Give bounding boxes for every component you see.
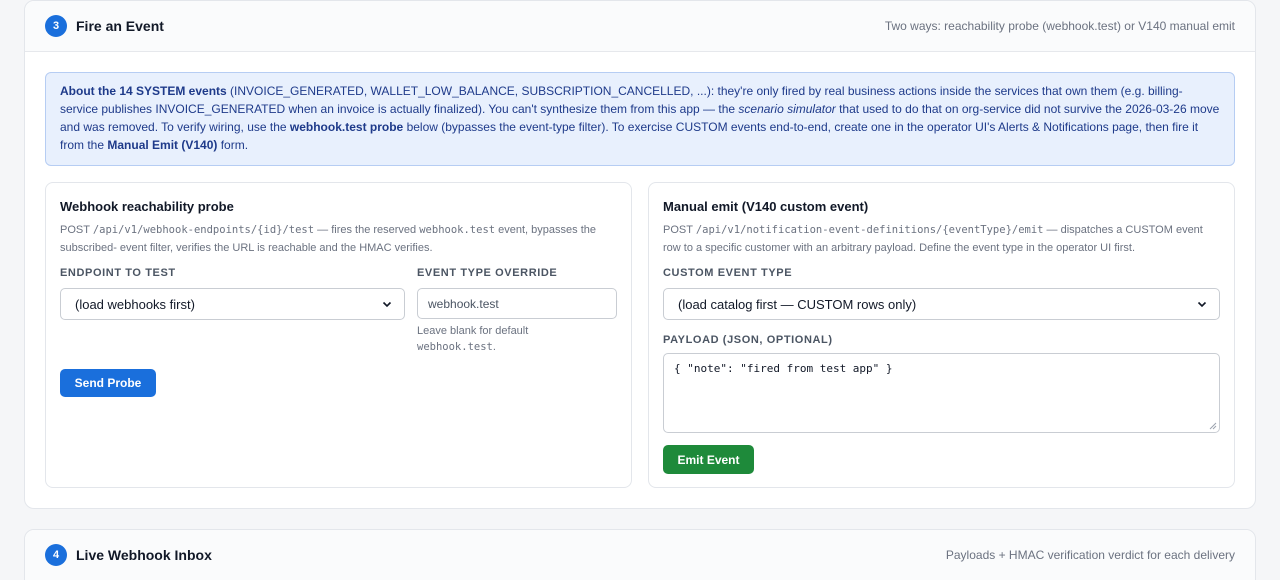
section-hint: Two ways: reachability probe (webhook.te… — [884, 19, 1235, 33]
live-webhook-inbox-card: 4 Live Webhook Inbox Payloads + HMAC ver… — [24, 529, 1256, 580]
send-probe-button[interactable]: Send Probe — [60, 369, 156, 397]
webhook-probe-panel: Webhook reachability probe POST /api/v1/… — [45, 182, 632, 488]
section-title: Live Webhook Inbox — [76, 547, 212, 563]
override-help-end: . — [492, 341, 496, 353]
event-type-override-input[interactable]: webhook.test — [417, 288, 617, 319]
override-help-code: webhook.test — [417, 341, 493, 353]
override-placeholder: webhook.test — [428, 296, 499, 311]
probe-description: POST /api/v1/webhook-endpoints/{id}/test… — [60, 221, 617, 257]
live-inbox-header: 4 Live Webhook Inbox Payloads + HMAC ver… — [25, 530, 1255, 580]
chevron-down-icon — [1197, 301, 1207, 308]
info-em: scenario simulator — [738, 102, 836, 116]
probe-desc-path: /api/v1/webhook-endpoints/{id}/test — [92, 224, 315, 236]
custom-event-type-label: Custom event type — [663, 267, 793, 279]
override-help-text: Leave blank for default — [417, 325, 529, 337]
endpoint-select[interactable]: (load webhooks first) — [60, 288, 405, 320]
system-events-info: About the 14 SYSTEM events (INVOICE_GENE… — [45, 72, 1235, 166]
probe-desc-mid: — fires the reserved — [314, 224, 420, 236]
section-hint: Payloads + HMAC verification verdict for… — [945, 548, 1235, 562]
chevron-down-icon — [382, 301, 392, 308]
info-bold-1: About the 14 SYSTEM events — [60, 84, 227, 98]
info-text-4: form. — [217, 138, 249, 152]
info-bold-2: webhook.test probe — [289, 120, 404, 134]
custom-event-type-value: (load catalog first — CUSTOM rows only) — [678, 296, 917, 312]
payload-textarea[interactable]: { "note": "fired from test app" } — [663, 353, 1220, 433]
section-title: Fire an Event — [76, 18, 164, 34]
custom-event-type-select[interactable]: (load catalog first — CUSTOM rows only) — [663, 288, 1220, 320]
probe-desc-event: webhook.test — [419, 224, 496, 236]
probe-title: Webhook reachability probe — [60, 199, 234, 214]
override-label: Event type override — [417, 267, 558, 279]
emit-title: Manual emit (V140 custom event) — [663, 199, 869, 214]
manual-emit-panel: Manual emit (V140 custom event) POST /ap… — [648, 182, 1235, 488]
fire-event-card: 3 Fire an Event Two ways: reachability p… — [24, 0, 1256, 509]
emit-description: POST /api/v1/notification-event-definiti… — [663, 221, 1220, 257]
payload-label: Payload (JSON, optional) — [663, 334, 833, 346]
info-bold-3: Manual Emit (V140) — [107, 138, 218, 152]
endpoint-select-value: (load webhooks first) — [75, 296, 195, 312]
fire-event-header: 3 Fire an Event Two ways: reachability p… — [25, 1, 1255, 52]
emit-desc-path: /api/v1/notification-event-definitions/{… — [695, 224, 1044, 236]
emit-event-button[interactable]: Emit Event — [663, 445, 754, 474]
step-badge: 4 — [45, 544, 67, 566]
payload-value: { "note": "fired from test app" } — [674, 362, 893, 375]
resize-handle-icon[interactable] — [1209, 422, 1217, 430]
probe-desc-pre: POST — [60, 224, 93, 236]
endpoint-label: Endpoint to test — [60, 267, 176, 279]
emit-desc-pre: POST — [663, 224, 696, 236]
step-badge: 3 — [45, 15, 67, 37]
override-help: Leave blank for default webhook.test. — [417, 323, 617, 355]
